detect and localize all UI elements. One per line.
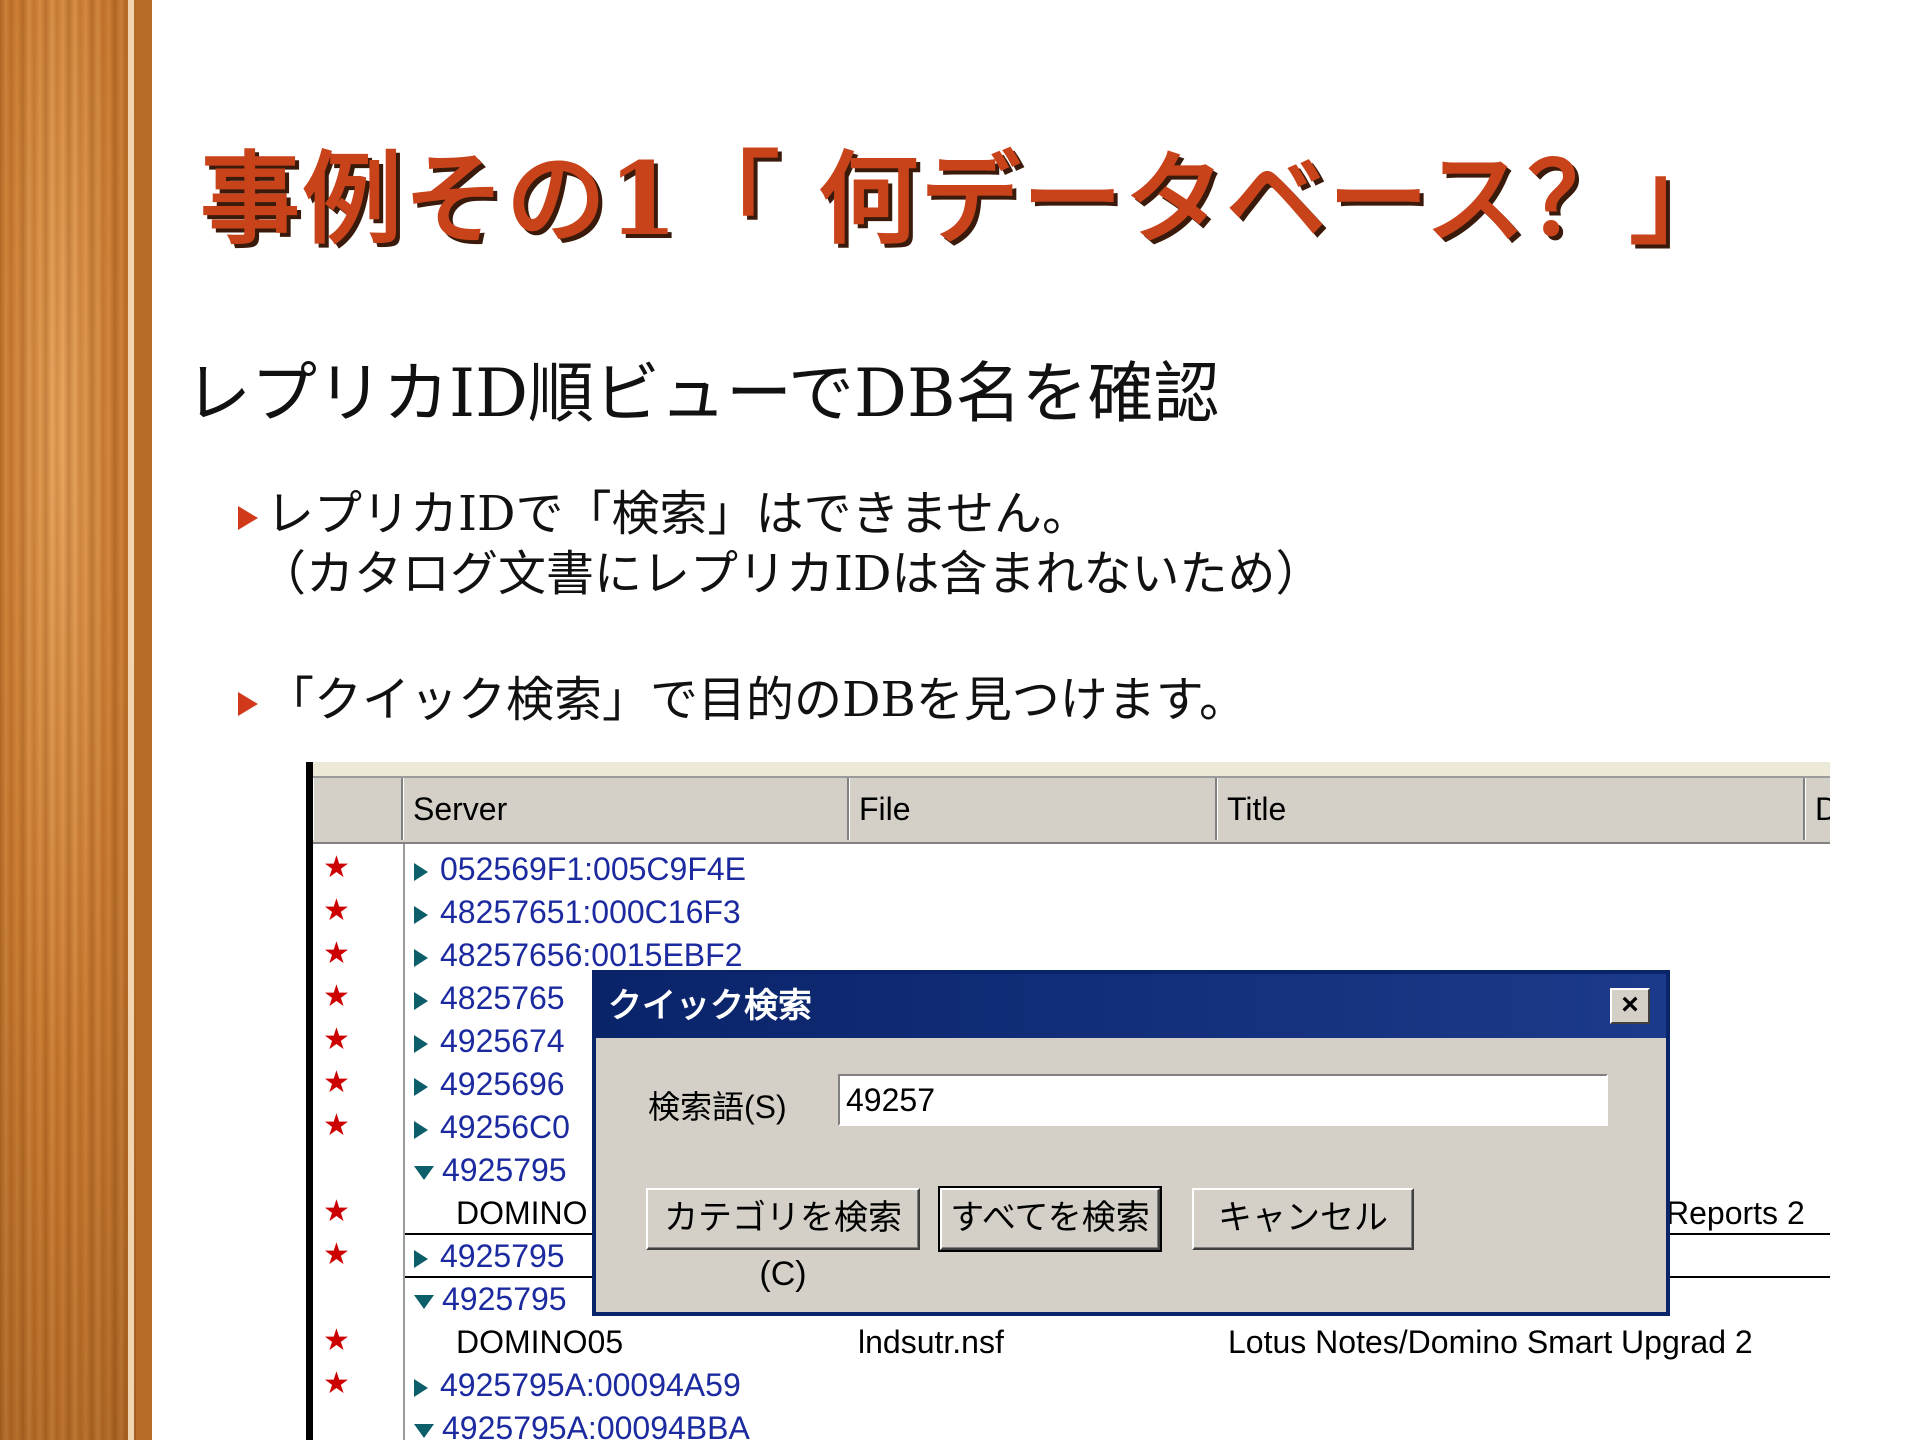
row-star-icon: ★ [323,851,350,884]
twistie-collapsed-icon[interactable] [414,991,428,1010]
column-header-d[interactable]: D [1805,778,1830,840]
category-row[interactable]: 052569F1:005C9F4E [414,848,746,890]
cancel-button[interactable]: キャンセル [1192,1188,1414,1250]
twistie-collapsed-icon[interactable] [414,905,428,924]
column-header-title[interactable]: Title [1217,778,1805,840]
category-label: 4925795A:00094BBA [442,1410,750,1440]
sidebar-edge [136,0,152,1440]
category-row[interactable]: 4925795A:00094A59 [414,1364,741,1406]
twistie-collapsed-icon[interactable] [414,1120,428,1139]
category-label: 4925795A:00094A59 [440,1367,741,1403]
view-top-strip [313,762,1830,778]
category-label: 4925674 [440,1023,565,1059]
row-star-icon: ★ [323,894,350,927]
category-row[interactable]: 4925696 [414,1063,565,1105]
dialog-title: クイック検索 [596,974,1666,1038]
view-left-border [306,762,313,1440]
column-header-file[interactable]: File [849,778,1217,840]
row-star-icon: ★ [323,1195,350,1228]
twistie-collapsed-icon[interactable] [414,862,428,881]
twistie-expanded-icon[interactable] [414,1165,434,1180]
category-row[interactable]: 4825765 [414,977,565,1019]
column-header-gutter [313,778,403,840]
row-server-cell[interactable]: DOMINO [456,1192,588,1234]
category-label: 4925795 [442,1152,567,1188]
category-label: 052569F1:005C9F4E [440,851,746,887]
row-title-cell[interactable]: Lotus Notes/Domino Smart Upgrad 2 [1228,1321,1753,1363]
row-star-icon: ★ [323,1367,350,1400]
category-row[interactable]: 4925795 [414,1278,567,1320]
search-term-label: 検索語(S) [648,1089,787,1125]
quick-search-dialog: クイック検索 × 検索語(S) カテゴリを検索(C) すべてを検索 キャンセル [592,970,1670,1316]
slide-title: 事例その1「 何データベース？」 [200,140,1732,258]
twistie-expanded-icon[interactable] [414,1294,434,1309]
search-all-button[interactable]: すべてを検索 [938,1186,1162,1252]
twistie-collapsed-icon[interactable] [414,1034,428,1053]
row-star-icon: ★ [323,1109,350,1142]
category-row[interactable]: 4925795 [414,1235,565,1277]
search-term-input[interactable] [838,1074,1608,1126]
row-title-cell[interactable]: Reports 2 [1666,1192,1805,1234]
category-label: 4925795 [442,1281,567,1317]
row-star-icon: ★ [323,1023,350,1056]
category-label: 48257651:000C16F3 [440,894,741,930]
bullet-2-text: 「クイック検索」で目的のDBを見つけます。 [266,672,1247,728]
category-label: 4925795 [440,1238,565,1274]
bullet-arrow-icon [238,691,258,716]
row-star-icon: ★ [323,1238,350,1271]
bullet-2: 「クイック検索」で目的のDBを見つけます。 [238,670,1247,730]
search-category-button[interactable]: カテゴリを検索(C) [646,1188,920,1293]
category-row[interactable]: 49256C0 [414,1106,570,1148]
column-header-server[interactable]: Server [403,778,849,840]
category-row[interactable]: 4925795 [414,1149,567,1191]
twistie-collapsed-icon[interactable] [414,1077,428,1096]
category-label: 4925696 [440,1066,565,1102]
row-star-icon: ★ [323,980,350,1013]
bullet-1-note: （カタログ文書にレプリカIDは含まれないため） [258,546,1324,602]
row-star-icon: ★ [323,1324,350,1357]
category-label: 48257656:0015EBF2 [440,937,743,973]
twistie-collapsed-icon[interactable] [414,1378,428,1397]
bullet-1-text: レプリカIDで「検索」はできません。 [266,486,1091,542]
category-row[interactable]: 4925674 [414,1020,565,1062]
category-row[interactable]: 4925795A:00094BBA [414,1407,750,1440]
sidebar-divider [128,0,134,1440]
twistie-collapsed-icon[interactable] [414,1249,428,1268]
slide-subtitle: レプリカID順ビューでDB名を確認 [185,355,1220,432]
category-label: 49256C0 [440,1109,570,1145]
bullet-arrow-icon [238,505,258,530]
bullet-1: レプリカIDで「検索」はできません。 [238,484,1090,544]
twistie-expanded-icon[interactable] [414,1423,434,1438]
category-label: 4825765 [440,980,565,1016]
row-star-icon: ★ [323,937,350,970]
close-icon[interactable]: × [1610,988,1650,1024]
column-header: Server File Title D [313,778,1830,844]
row-star-icon: ★ [323,1066,350,1099]
row-file-cell[interactable]: lndsutr.nsf [858,1321,1004,1363]
twistie-collapsed-icon[interactable] [414,948,428,967]
row-server-cell[interactable]: DOMINO05 [456,1321,623,1363]
category-row[interactable]: 48257651:000C16F3 [414,891,741,933]
